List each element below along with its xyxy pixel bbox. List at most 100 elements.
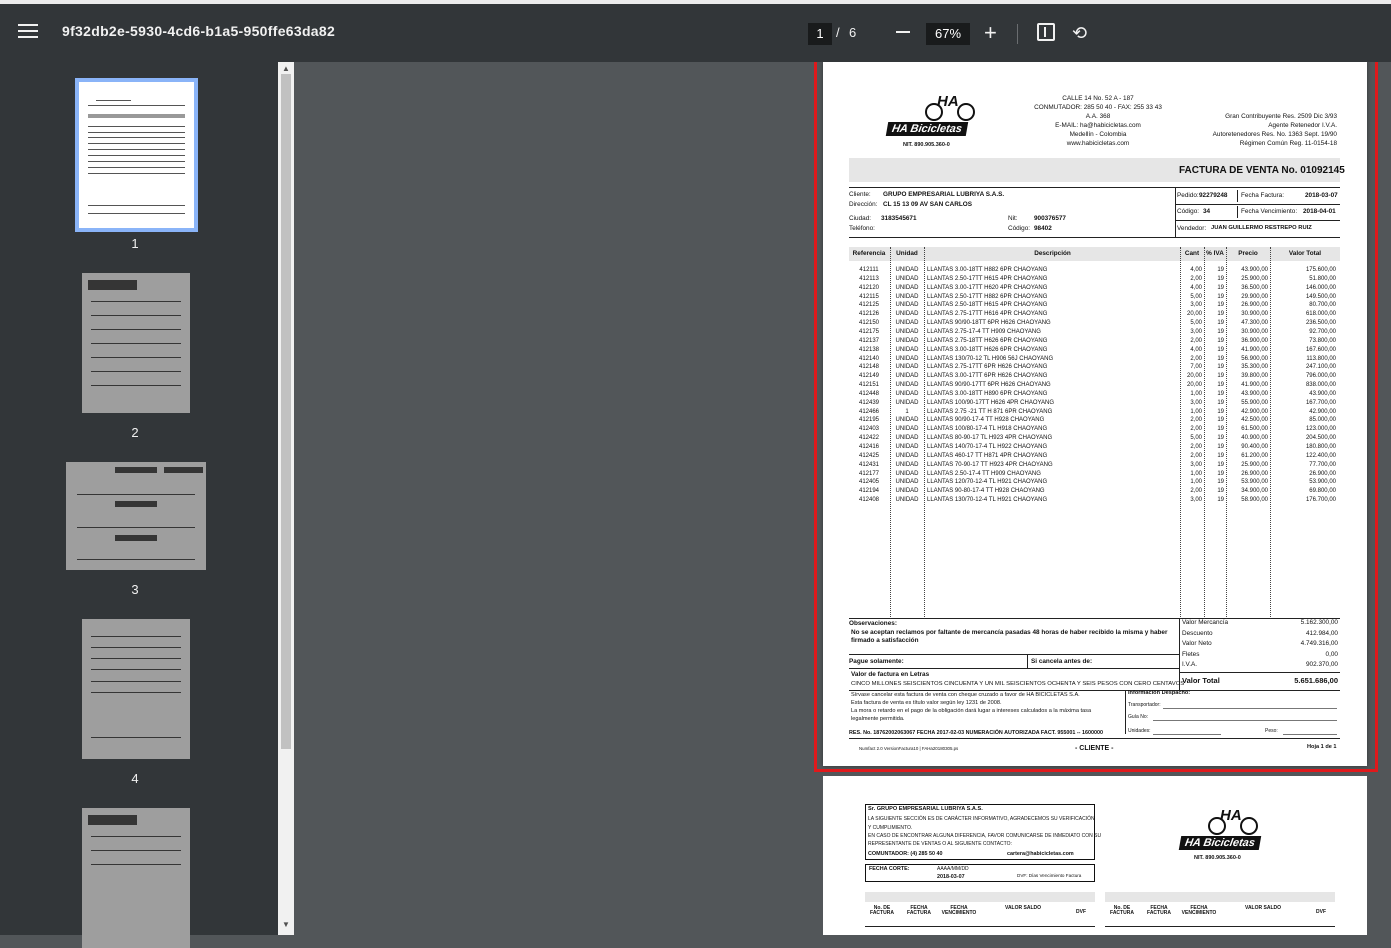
line-item-cell: 19 — [1217, 293, 1224, 300]
thumbnail-page-2[interactable] — [82, 273, 190, 413]
line-item-cell: 412120 — [858, 284, 880, 291]
line-item-cell: 247.100,00 — [1305, 364, 1336, 371]
scrollbar-thumb[interactable] — [281, 74, 291, 749]
line-item-cell: 35.300,00 — [1241, 364, 1268, 371]
line-item-cell: 123.000,00 — [1305, 426, 1336, 433]
line-item-cell: 3,00 — [1190, 461, 1202, 468]
p2-col: FECHA FACTURA — [1147, 905, 1171, 916]
total-line-label: Valor Neto — [1182, 640, 1212, 648]
line-item-cell: 26.900,00 — [1309, 470, 1336, 477]
total-line-value: 0,00 — [1325, 650, 1338, 658]
line-item-cell: 19 — [1217, 497, 1224, 504]
page-number-input[interactable]: 1 — [808, 23, 832, 45]
invoice-page-2: Sr. GRUPO EMPRESARIAL LUBRIYA S.A.S. LA … — [823, 776, 1367, 935]
line-item-cell: 19 — [1217, 373, 1224, 380]
despacho-label: Información Despacho: — [1128, 690, 1191, 696]
line-item-cell: UNIDAD — [895, 435, 919, 442]
line-item-cell: 39.800,00 — [1241, 373, 1268, 380]
col-iva: % IVA — [1206, 250, 1224, 257]
line-item-cell: 412403 — [858, 426, 880, 433]
line-item-cell: 53.900,00 — [1309, 479, 1336, 486]
line-item-cell: UNIDAD — [895, 417, 919, 424]
line-item-cell: 19 — [1217, 461, 1224, 468]
resolution-text: RES. No. 18762002063067 FECHA 2017-02-03… — [849, 730, 1103, 736]
line-item-cell: 412194 — [858, 488, 880, 495]
line-item-cell: 1 — [905, 408, 909, 415]
line-item-cell: LLANTAS 120/70-12-4 TL H921 CHAOYANG — [927, 479, 1048, 486]
p2-col: VALOR SALDO — [1244, 905, 1282, 911]
zoom-out-icon[interactable] — [896, 31, 910, 33]
line-item-cell: 1,00 — [1190, 470, 1202, 477]
line-item-cell: 412422 — [858, 435, 880, 442]
thumbnail-page-1[interactable] — [75, 78, 198, 232]
line-item-cell: 2,00 — [1190, 417, 1202, 424]
p2-col: DVF — [1316, 909, 1326, 915]
zoom-input[interactable]: 67% — [926, 23, 970, 45]
terms-line: Sírvase cancelar esta factura de venta c… — [851, 692, 1080, 698]
line-item-cell: 2,00 — [1190, 488, 1202, 495]
copy-label: - CLIENTE - — [1075, 745, 1114, 752]
nit-value: 900376577 — [1034, 215, 1066, 222]
line-item-cell: 19 — [1217, 426, 1224, 433]
p2-line: Sr. GRUPO EMPRESARIAL LUBRIYA S.A.S. — [868, 806, 983, 812]
p2-line: LA SIGUIENTE SECCIÓN ES DE CARÁCTER INFO… — [868, 816, 1095, 822]
line-item-cell: LLANTAS 90-80-17-4 TT H928 CHAOYANG — [927, 488, 1045, 495]
line-item-cell: UNIDAD — [895, 311, 919, 318]
rotate-icon[interactable]: ⟲ — [1072, 23, 1087, 44]
line-item-cell: 167.700,00 — [1305, 399, 1336, 406]
footer-small: Numfact 2.0 VersionFactura10 | FAHa20180… — [859, 746, 959, 751]
line-item-cell: UNIDAD — [895, 382, 919, 389]
guia-label: Guía No: — [1128, 714, 1149, 720]
scroll-up-icon[interactable]: ▲ — [282, 64, 290, 73]
line-item-cell: 56.900,00 — [1241, 355, 1268, 362]
line-item-cell: 4,00 — [1190, 267, 1202, 273]
thumbnail-page-5[interactable] — [82, 808, 190, 948]
line-item-cell: 26.900,00 — [1241, 470, 1268, 477]
line-item-cell: 26.900,00 — [1241, 302, 1268, 309]
cliente-label: Cliente: — [849, 191, 871, 198]
line-item-cell: 53.900,00 — [1241, 479, 1268, 486]
line-item-cell: 4,00 — [1190, 284, 1202, 291]
line-item-cell: LLANTAS 130/70-12 TL H906 56J CHAOYANG — [927, 355, 1054, 362]
vendedor-label: Vendedor: — [1177, 225, 1207, 232]
line-item-cell: UNIDAD — [895, 390, 919, 397]
line-item-cell: 42.900,00 — [1241, 408, 1268, 415]
p2-line: EN CASO DE ENCONTRAR ALGUNA DIFERENCIA, … — [868, 833, 1102, 839]
menu-icon[interactable] — [18, 24, 38, 40]
line-item-cell: LLANTAS 2.50-18TT H615 4PR CHAOYANG — [927, 302, 1048, 309]
scroll-down-icon[interactable]: ▼ — [282, 920, 290, 929]
line-item-cell: 19 — [1217, 284, 1224, 291]
line-item-cell: LLANTAS 3.00-18TT H890 6PR CHAOYANG — [927, 390, 1048, 397]
line-item-cell: 19 — [1217, 302, 1224, 309]
transportador-label: Transportador: — [1128, 702, 1161, 708]
line-item-cell: 412431 — [858, 461, 880, 468]
line-item-cell: 36.900,00 — [1241, 337, 1268, 344]
pague-label: Pague solamente: — [849, 658, 904, 665]
line-item-cell: LLANTAS 2.75 -21 TT H 871 6PR CHAOYANG — [927, 408, 1053, 415]
tax-line: Autoretenedores Res. No. 1363 Sept. 19/9… — [1212, 131, 1337, 138]
line-item-cell: 43.900,00 — [1309, 390, 1336, 397]
line-item-cell: 42.900,00 — [1309, 408, 1336, 415]
line-item-cell: 90.400,00 — [1241, 444, 1268, 450]
line-item-cell: 2,00 — [1190, 452, 1202, 459]
fit-page-icon[interactable] — [1037, 23, 1055, 41]
invoice-page-1: HA HA Bicicletas NIT. 890.905.360-0 CALL… — [823, 62, 1367, 766]
col-cant: Cant — [1184, 250, 1200, 257]
p2-line: Y CUMPLIMIENTO. — [868, 825, 913, 831]
p2-col: DVF — [1076, 909, 1086, 915]
line-item-cell: 412140 — [858, 355, 880, 362]
zoom-in-icon[interactable]: + — [984, 22, 997, 44]
sidebar-scrollbar[interactable]: ▲ ▼ — [278, 62, 294, 935]
fecha-venc-label: Fecha Vencimiento: — [1241, 208, 1298, 215]
thumbnail-page-4[interactable] — [82, 619, 190, 759]
line-item-cell: LLANTAS 2.50-17-4 TT H909 CHAOYANG — [927, 470, 1041, 477]
codigo2-value: 34 — [1203, 208, 1211, 215]
p2-fecha-format: AAAA/MM/DD — [937, 866, 969, 872]
line-item-cell: 19 — [1217, 346, 1224, 353]
line-item-cell: 3,00 — [1190, 399, 1202, 406]
line-item-cell: 19 — [1217, 390, 1224, 397]
line-item-cell: LLANTAS 90/90-18TT 6PR H626 CHAOYANG — [927, 320, 1051, 327]
line-item-cell: 3,00 — [1190, 302, 1202, 309]
line-item-cell: 19 — [1217, 435, 1224, 442]
thumbnail-page-3[interactable] — [66, 462, 206, 570]
